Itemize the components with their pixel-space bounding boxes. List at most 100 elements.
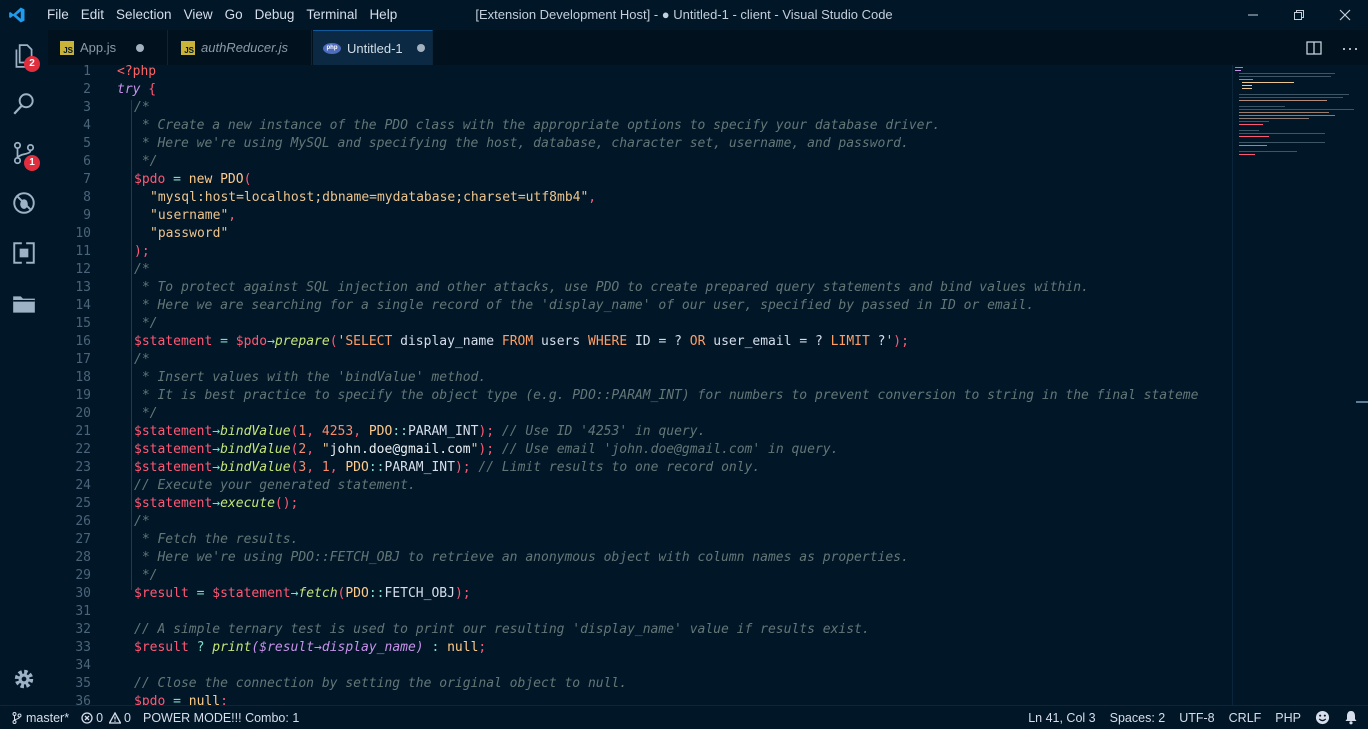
js-file-icon: JS bbox=[60, 40, 74, 55]
code-line: 30 $result = $statement→fetch(PDO::FETCH_… bbox=[48, 585, 1232, 603]
code-line: 1 <?php bbox=[48, 65, 1232, 81]
line-number: 9 bbox=[83, 208, 91, 223]
code-line: 26/* bbox=[48, 513, 1232, 531]
search-button[interactable] bbox=[0, 80, 48, 128]
line-number: 7 bbox=[83, 172, 91, 187]
menu-go[interactable]: Go bbox=[219, 0, 249, 30]
code-line: 28 * Here we're using PDO::FETCH_OBJ to … bbox=[48, 549, 1232, 567]
eol-status[interactable]: CRLF bbox=[1229, 711, 1262, 725]
code-line: 14 * Here we are searching for a single … bbox=[48, 297, 1232, 315]
error-count: 0 bbox=[96, 710, 104, 725]
sql-text: user_email = ? bbox=[705, 334, 831, 349]
sql-text: users bbox=[533, 334, 589, 349]
language-mode[interactable]: PHP bbox=[1275, 711, 1301, 725]
feedback-smiley-icon[interactable] bbox=[1315, 710, 1330, 725]
sql-keyword: WHERE bbox=[588, 334, 628, 349]
error-icon bbox=[81, 711, 93, 724]
source-control-button[interactable]: 1 bbox=[0, 129, 48, 177]
minimize-icon[interactable] bbox=[1230, 0, 1276, 30]
line-number: 15 bbox=[75, 316, 91, 331]
split-editor-icon[interactable] bbox=[1296, 30, 1332, 65]
code-line: 17/* bbox=[48, 351, 1232, 369]
menu-debug[interactable]: Debug bbox=[249, 0, 301, 30]
menu-edit[interactable]: Edit bbox=[75, 0, 110, 30]
menu-selection[interactable]: Selection bbox=[110, 0, 178, 30]
tab-label: authReducer.js bbox=[201, 40, 288, 55]
power-mode-status[interactable]: POWER MODE!!! Combo: 1 bbox=[143, 711, 299, 725]
cursor-position[interactable]: Ln 41, Col 3 bbox=[1028, 711, 1095, 725]
encoding-status[interactable]: UTF-8 bbox=[1179, 711, 1214, 725]
line-number: 10 bbox=[75, 226, 91, 241]
code-line: 34 bbox=[48, 657, 1232, 675]
extensions-button[interactable] bbox=[0, 229, 48, 277]
code-line: 22 $statement→bindValue(2, "john.doe@gmai… bbox=[48, 441, 1232, 459]
debug-button[interactable] bbox=[0, 179, 48, 227]
line-number: 20 bbox=[75, 406, 91, 421]
search-icon bbox=[13, 93, 34, 115]
folder-button[interactable] bbox=[0, 280, 48, 328]
php-file-icon: php bbox=[323, 42, 341, 54]
scrollbar-thumb[interactable] bbox=[1356, 401, 1368, 403]
unsaved-dot-icon[interactable] bbox=[136, 43, 145, 52]
line-number: 21 bbox=[75, 424, 91, 439]
menu-view[interactable]: View bbox=[178, 0, 219, 30]
status-bar: master* 0 0 POWER MODE!!! Combo: 1 Ln 41… bbox=[0, 705, 1368, 729]
line-number: 17 bbox=[75, 352, 91, 367]
line-number: 33 bbox=[75, 640, 91, 655]
gear-icon bbox=[14, 669, 34, 689]
line-number: 35 bbox=[75, 676, 91, 691]
explorer-button[interactable]: 2 bbox=[0, 32, 48, 80]
editor-tabs: JS App.js JS authReducer.js php Untitled… bbox=[48, 30, 1368, 65]
menu-bar: File Edit Selection View Go Debug Termin… bbox=[41, 0, 403, 30]
vertical-scrollbar[interactable] bbox=[1354, 65, 1368, 705]
line-number: 4 bbox=[83, 118, 91, 133]
code-line: 10 "password" bbox=[48, 225, 1232, 243]
tab-auth-reducer-js[interactable]: JS authReducer.js bbox=[169, 30, 312, 65]
line-number: 8 bbox=[83, 190, 91, 205]
tab-app-js[interactable]: JS App.js bbox=[48, 30, 168, 65]
code-line: 6 */ bbox=[48, 153, 1232, 171]
line-number: 34 bbox=[75, 658, 91, 673]
line-number: 1 bbox=[83, 65, 91, 79]
code-line: 16 $statement = $pdo→prepare('SELECT disp… bbox=[48, 333, 1232, 351]
code-line: 12/* bbox=[48, 261, 1232, 279]
window-controls bbox=[1230, 0, 1368, 30]
warning-icon bbox=[109, 711, 122, 724]
code-line: 7 $pdo = new PDO( bbox=[48, 171, 1232, 189]
indentation-status[interactable]: Spaces: 2 bbox=[1110, 711, 1166, 725]
code-line: 29 */ bbox=[48, 567, 1232, 585]
minimap[interactable] bbox=[1232, 65, 1355, 705]
code-line: 32// A simple ternary test is used to pr… bbox=[48, 621, 1232, 639]
debug-icon bbox=[13, 192, 35, 214]
line-number: 28 bbox=[75, 550, 91, 565]
branch-status[interactable]: master* bbox=[12, 711, 69, 725]
tab-actions: ··· bbox=[1296, 30, 1368, 65]
line-number: 6 bbox=[83, 154, 91, 169]
settings-button[interactable] bbox=[0, 655, 48, 703]
line-number: 30 bbox=[75, 586, 91, 601]
title-bar: File Edit Selection View Go Debug Termin… bbox=[0, 0, 1368, 30]
code-line: 13 * To protect against SQL injection an… bbox=[48, 279, 1232, 297]
tab-untitled-1[interactable]: php Untitled-1 bbox=[313, 30, 433, 65]
line-number: 25 bbox=[75, 496, 91, 511]
menu-file[interactable]: File bbox=[41, 0, 75, 30]
sql-keyword: LIMIT bbox=[830, 334, 870, 349]
menu-help[interactable]: Help bbox=[363, 0, 403, 30]
close-icon[interactable] bbox=[1322, 0, 1368, 30]
more-actions-icon[interactable]: ··· bbox=[1332, 30, 1368, 65]
code-editor[interactable]: 1 <?php 2 try { 3/* 4 * Create a new insta… bbox=[48, 65, 1232, 705]
code-line: 35// Close the connection by setting the… bbox=[48, 675, 1232, 693]
menu-terminal[interactable]: Terminal bbox=[300, 0, 363, 30]
line-number: 12 bbox=[75, 262, 91, 277]
line-number: 36 bbox=[75, 694, 91, 705]
line-number: 16 bbox=[75, 334, 91, 349]
restore-icon[interactable] bbox=[1276, 0, 1322, 30]
unsaved-dot-icon[interactable] bbox=[416, 44, 425, 52]
sql-keyword: FROM bbox=[501, 334, 534, 349]
problems-status[interactable]: 0 0 bbox=[81, 711, 131, 725]
code-line: 36 $pdo = null; bbox=[48, 693, 1232, 705]
activity-bar: 2 1 bbox=[0, 30, 48, 705]
line-number: 5 bbox=[83, 136, 91, 151]
notifications-bell-icon[interactable] bbox=[1344, 710, 1358, 725]
code-line: 3/* bbox=[48, 99, 1232, 117]
